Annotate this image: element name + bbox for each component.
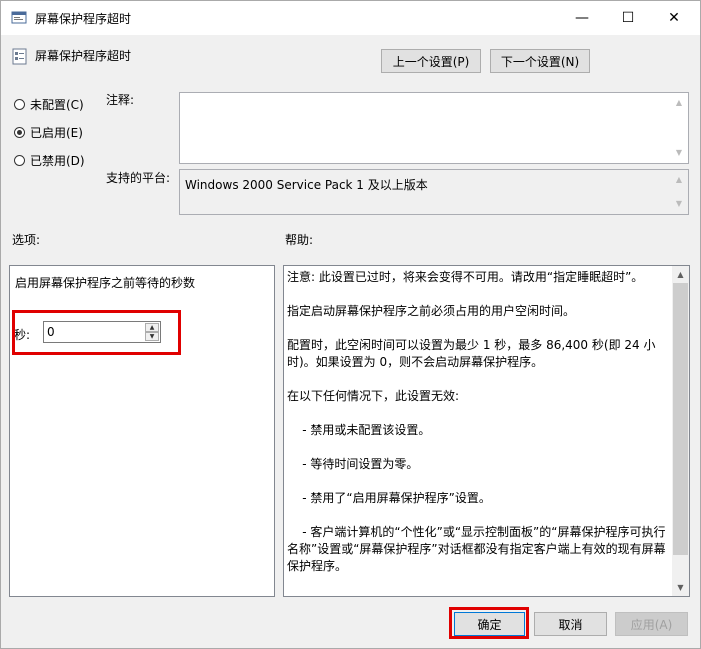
next-setting-button[interactable]: 下一个设置(N) bbox=[490, 49, 590, 73]
previous-setting-button[interactable]: 上一个设置(P) bbox=[381, 49, 481, 73]
seconds-highlight-box bbox=[12, 310, 181, 355]
scroll-down-icon[interactable]: ▼ bbox=[671, 197, 687, 211]
setting-icon bbox=[12, 48, 27, 65]
radio-circle[interactable] bbox=[14, 99, 25, 110]
apply-button[interactable]: 应用(A) bbox=[615, 612, 688, 636]
title-bar: 屏幕保护程序超时 — ☐ ✕ bbox=[1, 1, 700, 35]
minimize-button[interactable]: — bbox=[559, 1, 605, 35]
scroll-down-icon[interactable]: ▼ bbox=[672, 579, 689, 596]
help-scrollbar[interactable]: ▲ ▼ bbox=[672, 266, 689, 596]
policy-dialog: 屏幕保护程序超时 — ☐ ✕ 屏幕保护程序超时 上一个设置(P) 下一个设置(N… bbox=[0, 0, 701, 649]
comment-scrollbar[interactable]: ▲ ▼ bbox=[671, 94, 687, 162]
radio-enabled[interactable]: 已启用(E) bbox=[14, 124, 83, 141]
radio-circle[interactable] bbox=[14, 155, 25, 166]
scroll-thumb[interactable] bbox=[673, 283, 688, 555]
options-panel: 启用屏幕保护程序之前等待的秒数 秒: 0 ▲ ▼ bbox=[9, 265, 275, 597]
help-text: 注意: 此设置已过时，将来会变得不可用。请改用“指定睡眠超时”。 指定启动屏幕保… bbox=[287, 270, 666, 573]
radio-disabled[interactable]: 已禁用(D) bbox=[14, 152, 85, 169]
scroll-down-icon[interactable]: ▼ bbox=[671, 146, 687, 160]
help-panel: 注意: 此设置已过时，将来会变得不可用。请改用“指定睡眠超时”。 指定启动屏幕保… bbox=[283, 265, 690, 597]
cancel-button[interactable]: 取消 bbox=[534, 612, 607, 636]
platform-field: Windows 2000 Service Pack 1 及以上版本 ▲ ▼ bbox=[179, 169, 689, 215]
comment-label: 注释: bbox=[106, 93, 135, 107]
radio-not-configured[interactable]: 未配置(C) bbox=[14, 96, 84, 113]
platform-label: 支持的平台: bbox=[106, 171, 171, 185]
comment-field[interactable]: ▲ ▼ bbox=[179, 92, 689, 164]
radio-label: 已禁用(D) bbox=[30, 154, 85, 168]
setting-title: 屏幕保护程序超时 bbox=[35, 49, 132, 63]
radio-circle[interactable] bbox=[14, 127, 25, 138]
scroll-up-icon[interactable]: ▲ bbox=[671, 173, 687, 187]
radio-label: 未配置(C) bbox=[30, 98, 84, 112]
ok-highlight-box bbox=[449, 607, 529, 639]
scroll-up-icon[interactable]: ▲ bbox=[671, 96, 687, 110]
option-description: 启用屏幕保护程序之前等待的秒数 bbox=[15, 276, 196, 290]
options-label: 选项: bbox=[12, 233, 41, 247]
maximize-button[interactable]: ☐ bbox=[605, 1, 651, 35]
scroll-up-icon[interactable]: ▲ bbox=[672, 266, 689, 283]
platform-scrollbar[interactable]: ▲ ▼ bbox=[671, 171, 687, 213]
radio-label: 已启用(E) bbox=[30, 126, 83, 140]
policy-icon bbox=[11, 11, 27, 24]
window-title: 屏幕保护程序超时 bbox=[35, 12, 132, 26]
close-button[interactable]: ✕ bbox=[651, 1, 697, 35]
help-label: 帮助: bbox=[285, 233, 314, 247]
platform-value: Windows 2000 Service Pack 1 及以上版本 bbox=[185, 178, 428, 192]
